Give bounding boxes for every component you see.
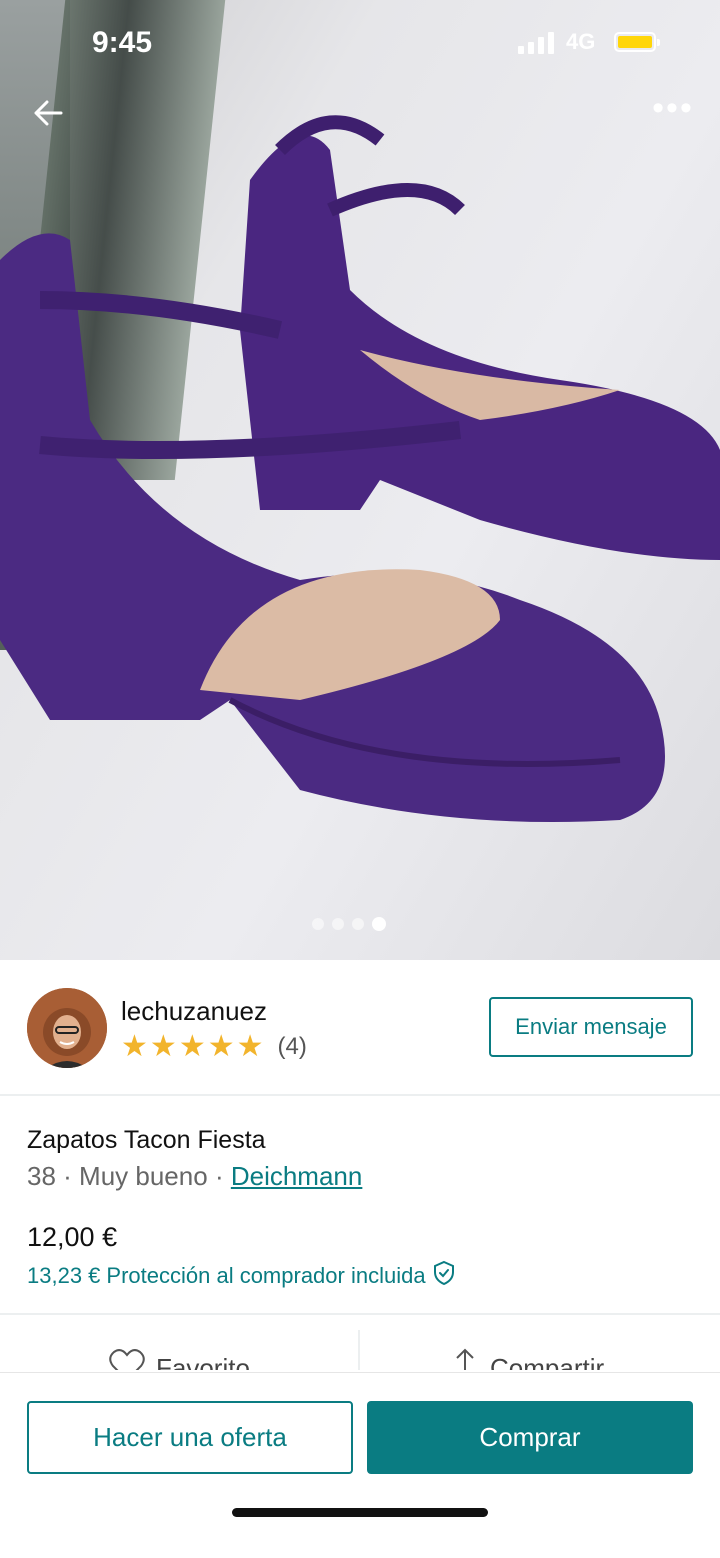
review-count: (4) [277,1033,307,1060]
star-icon: ★ [178,1030,206,1063]
product-size: 38 [27,1161,56,1191]
home-indicator[interactable] [232,1508,488,1517]
buy-button[interactable]: Comprar [367,1401,693,1474]
status-time: 9:45 [92,26,153,59]
page-dot[interactable] [352,918,364,930]
secondary-actions: Favorito Compartir [0,1330,720,1370]
send-message-button[interactable]: Enviar mensaje [489,997,693,1057]
seller-avatar[interactable] [27,988,107,1068]
product-title: Zapatos Tacon Fiesta [27,1126,266,1154]
battery-icon [614,32,660,52]
product-image[interactable]: 9:45 4G ••• [0,0,720,960]
star-icon: ★ [236,1030,264,1063]
share-icon [450,1348,480,1370]
shield-check-icon [432,1260,456,1292]
protection-label: Protección al comprador incluida [106,1263,426,1288]
product-details: 38 · Muy bueno · Deichmann [27,1161,362,1192]
star-icon: ★ [149,1030,177,1063]
page-dot[interactable] [312,918,324,930]
product-price: 12,00 € [27,1222,118,1252]
status-bar: 9:45 4G [0,0,720,88]
page-dot[interactable] [332,918,344,930]
seller-username[interactable]: lechuzanuez [121,996,267,1027]
section-divider [0,1313,720,1315]
network-type: 4G [566,29,596,54]
back-arrow-icon[interactable] [26,92,70,136]
make-offer-button[interactable]: Hacer una oferta [27,1401,353,1474]
buyer-protection[interactable]: 13,23 € Protección al comprador incluida [27,1260,456,1292]
star-icon: ★ [207,1030,235,1063]
bottom-action-bar: Hacer una oferta Comprar [0,1372,720,1558]
separator: · [63,1161,80,1191]
share-label: Compartir [490,1353,605,1370]
page-dot-active[interactable] [372,917,386,931]
separator: · [214,1161,231,1191]
actions-divider [358,1330,360,1370]
favorite-label: Favorito [156,1353,250,1370]
favorite-button[interactable]: Favorito [108,1348,250,1370]
signal-icon [518,32,554,54]
star-icon: ★ [121,1030,148,1063]
gallery-pagination [312,917,386,931]
shoes-illustration [0,115,720,823]
share-button[interactable]: Compartir [450,1348,604,1370]
seller-rating[interactable]: ★ ★ ★ ★ ★ (4) [121,1032,307,1062]
heart-icon [108,1348,146,1370]
more-options-icon[interactable]: ••• [648,91,698,132]
protected-price: 13,23 € [27,1263,101,1288]
product-condition: Muy bueno [79,1161,208,1191]
brand-link[interactable]: Deichmann [231,1161,363,1191]
seller-row: lechuzanuez ★ ★ ★ ★ ★ (4) Enviar mensaje [0,960,720,1096]
